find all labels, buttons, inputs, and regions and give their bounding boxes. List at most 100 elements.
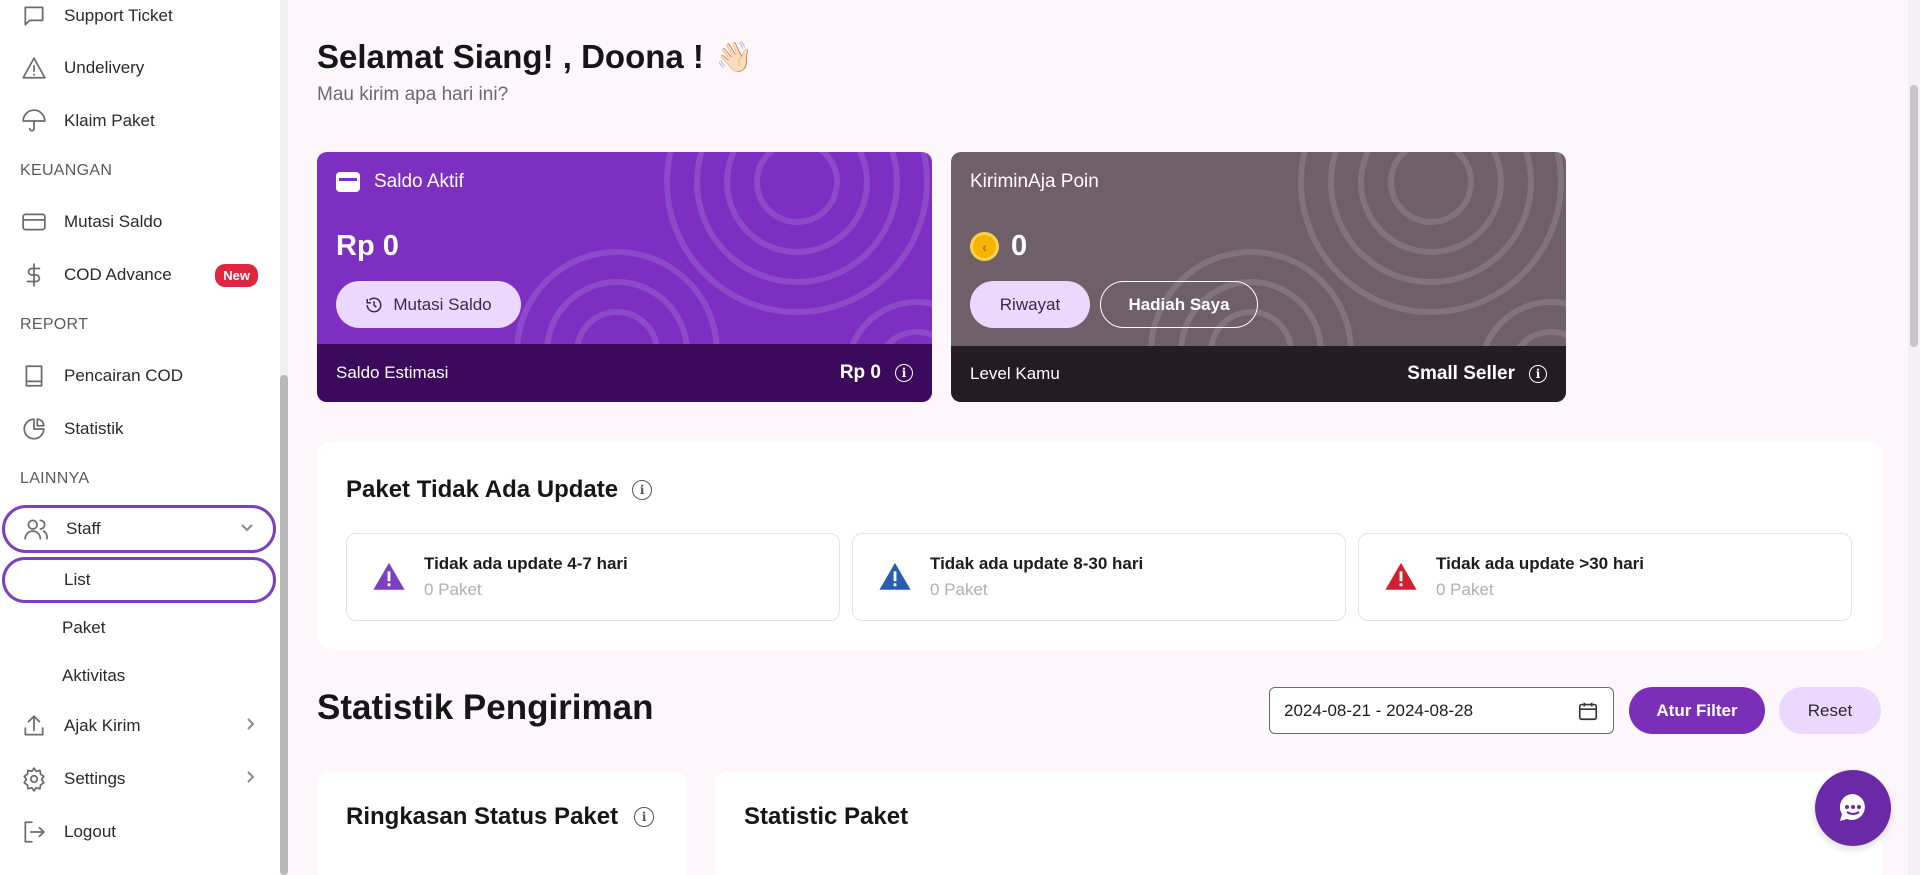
hadiah-saya-button[interactable]: Hadiah Saya <box>1100 281 1258 328</box>
poin-card-title: KiriminAja Poin <box>970 171 1099 192</box>
sidebar-item-label: Settings <box>64 769 126 788</box>
update-4-7-box[interactable]: Tidak ada update 4-7 hari 0 Paket <box>346 533 840 621</box>
mutasi-saldo-button[interactable]: Mutasi Saldo <box>336 281 521 328</box>
section-keuangan: KEUANGAN <box>20 162 113 179</box>
page-subtitle: Mau kirim apa hari ini? <box>317 84 509 105</box>
date-range-value: 2024-08-21 - 2024-08-28 <box>1284 700 1474 720</box>
logout-icon <box>20 818 48 846</box>
paket-tidak-ada-update-panel: Paket Tidak Ada Update i Tidak ada updat… <box>317 442 1882 649</box>
update-8-30-box[interactable]: Tidak ada update 8-30 hari 0 Paket <box>852 533 1346 621</box>
box-title: Tidak ada update 4-7 hari <box>424 554 628 573</box>
saldo-card: Saldo Aktif Rp 0 Mutasi Saldo Saldo Esti… <box>317 152 932 402</box>
gear-icon <box>20 765 48 793</box>
chat-icon <box>20 2 48 30</box>
sidebar-subitem-aktivitas[interactable]: Aktivitas <box>0 653 276 699</box>
pie-chart-icon <box>20 415 48 443</box>
saldo-amount: Rp 0 <box>336 230 399 262</box>
level-label: Level Kamu <box>970 364 1060 383</box>
box-count: 0 Paket <box>424 580 482 599</box>
poin-card-footer: Level Kamu Small Seller i <box>951 346 1566 402</box>
sidebar-scrollbar-thumb[interactable] <box>280 375 288 875</box>
sidebar-item-cod-advance[interactable]: COD Advance New <box>0 251 276 299</box>
riwayat-button[interactable]: Riwayat <box>970 281 1090 328</box>
saldo-card-footer: Saldo Estimasi Rp 0 i <box>317 344 932 402</box>
statistik-title: Statistik Pengiriman <box>317 688 654 727</box>
saldo-estimasi-label: Saldo Estimasi <box>336 363 449 382</box>
saldo-card-header: Saldo Aktif <box>336 171 464 193</box>
box-count: 0 Paket <box>930 580 988 599</box>
sidebar-item-support-ticket[interactable]: Support Ticket <box>0 0 276 40</box>
new-badge: New <box>215 263 258 287</box>
umbrella-icon <box>20 107 48 135</box>
info-icon[interactable]: i <box>634 807 655 827</box>
section-lainnya: LAINNYA <box>20 470 90 487</box>
sidebar-item-label: Logout <box>64 822 116 841</box>
dollar-icon <box>20 261 48 289</box>
history-icon <box>366 297 382 312</box>
sidebar-item-mutasi-saldo[interactable]: Mutasi Saldo <box>0 198 276 246</box>
update-30plus-box[interactable]: Tidak ada update >30 hari 0 Paket <box>1358 533 1852 621</box>
ringkasan-status-card: Ringkasan Status Paket i <box>317 771 687 875</box>
poin-card-header: KiriminAja Poin <box>970 171 1099 193</box>
sidebar-subitem-paket[interactable]: Paket <box>0 605 276 651</box>
card-title: Statistic Paket <box>744 803 908 831</box>
sidebar: Support Ticket Undelivery Klaim Paket KE… <box>0 0 280 875</box>
warning-icon <box>879 562 911 590</box>
share-icon <box>20 712 48 740</box>
sidebar-item-label: Klaim Paket <box>64 111 155 130</box>
sidebar-item-label: COD Advance <box>64 265 172 284</box>
statistic-paket-card: Statistic Paket <box>715 771 1883 875</box>
sidebar-item-label: Undelivery <box>64 58 145 77</box>
warning-icon <box>373 562 405 590</box>
card-title-text: Statistic Paket <box>744 803 909 830</box>
sidebar-subitem-list[interactable]: List <box>2 557 276 603</box>
wave-icon: 👋🏻 <box>715 40 754 74</box>
info-icon[interactable]: i <box>632 480 653 500</box>
saldo-card-title: Saldo Aktif <box>374 171 464 192</box>
sidebar-item-settings[interactable]: Settings <box>0 755 276 803</box>
calendar-icon[interactable] <box>1577 700 1599 722</box>
sidebar-item-undelivery[interactable]: Undelivery <box>0 44 276 92</box>
level-value: Small Seller <box>1407 363 1515 384</box>
sidebar-item-label: Support Ticket <box>64 6 173 25</box>
date-range-input[interactable]: 2024-08-21 - 2024-08-28 <box>1269 687 1614 734</box>
chat-button[interactable] <box>1815 770 1891 846</box>
poin-amount-row: ‹ 0 <box>970 230 1027 263</box>
info-icon[interactable]: i <box>895 364 913 382</box>
chat-bubble-icon <box>1839 793 1865 821</box>
chevron-right-icon <box>242 716 258 737</box>
box-title: Tidak ada update >30 hari <box>1436 554 1645 573</box>
sidebar-item-ajak-kirim[interactable]: Ajak Kirim <box>0 702 276 750</box>
chevron-down-icon <box>239 519 255 540</box>
sidebar-item-staff[interactable]: Staff <box>2 505 276 553</box>
panel-title: Paket Tidak Ada Update i <box>346 476 653 504</box>
section-report: REPORT <box>20 316 89 333</box>
saldo-estimasi-value: Rp 0 <box>839 362 881 383</box>
mutasi-saldo-label: Mutasi Saldo <box>393 294 492 314</box>
poin-amount: 0 <box>1011 230 1028 262</box>
sidebar-item-label: Statistik <box>64 419 124 438</box>
sidebar-item-statistik[interactable]: Statistik <box>0 405 276 453</box>
wallet-icon <box>336 172 360 192</box>
panel-title-text: Paket Tidak Ada Update <box>346 476 619 503</box>
coin-icon: ‹ <box>970 232 999 261</box>
poin-card: KiriminAja Poin ‹ 0 Riwayat Hadiah Saya … <box>951 152 1566 402</box>
reset-button[interactable]: Reset <box>1779 687 1881 734</box>
card-title-text: Ringkasan Status Paket <box>346 803 619 830</box>
book-icon <box>20 362 48 390</box>
users-icon <box>22 515 50 543</box>
box-title: Tidak ada update 8-30 hari <box>930 554 1144 573</box>
warning-icon <box>20 54 48 82</box>
card-title: Ringkasan Status Paket i <box>346 803 655 831</box>
chevron-right-icon <box>242 769 258 790</box>
info-icon[interactable]: i <box>1529 365 1547 383</box>
warning-icon <box>1385 562 1417 590</box>
page-scrollbar-thumb[interactable] <box>1910 85 1918 347</box>
sidebar-item-label: Staff <box>66 519 101 538</box>
sidebar-item-klaim-paket[interactable]: Klaim Paket <box>0 97 276 145</box>
sidebar-item-label: Pencairan COD <box>64 366 184 385</box>
atur-filter-button[interactable]: Atur Filter <box>1629 687 1765 734</box>
sidebar-item-logout[interactable]: Logout <box>0 808 276 856</box>
sidebar-item-pencairan-cod[interactable]: Pencairan COD <box>0 352 276 400</box>
page-title: Selamat Siang! , Doona ! 👋🏻 <box>317 38 753 76</box>
